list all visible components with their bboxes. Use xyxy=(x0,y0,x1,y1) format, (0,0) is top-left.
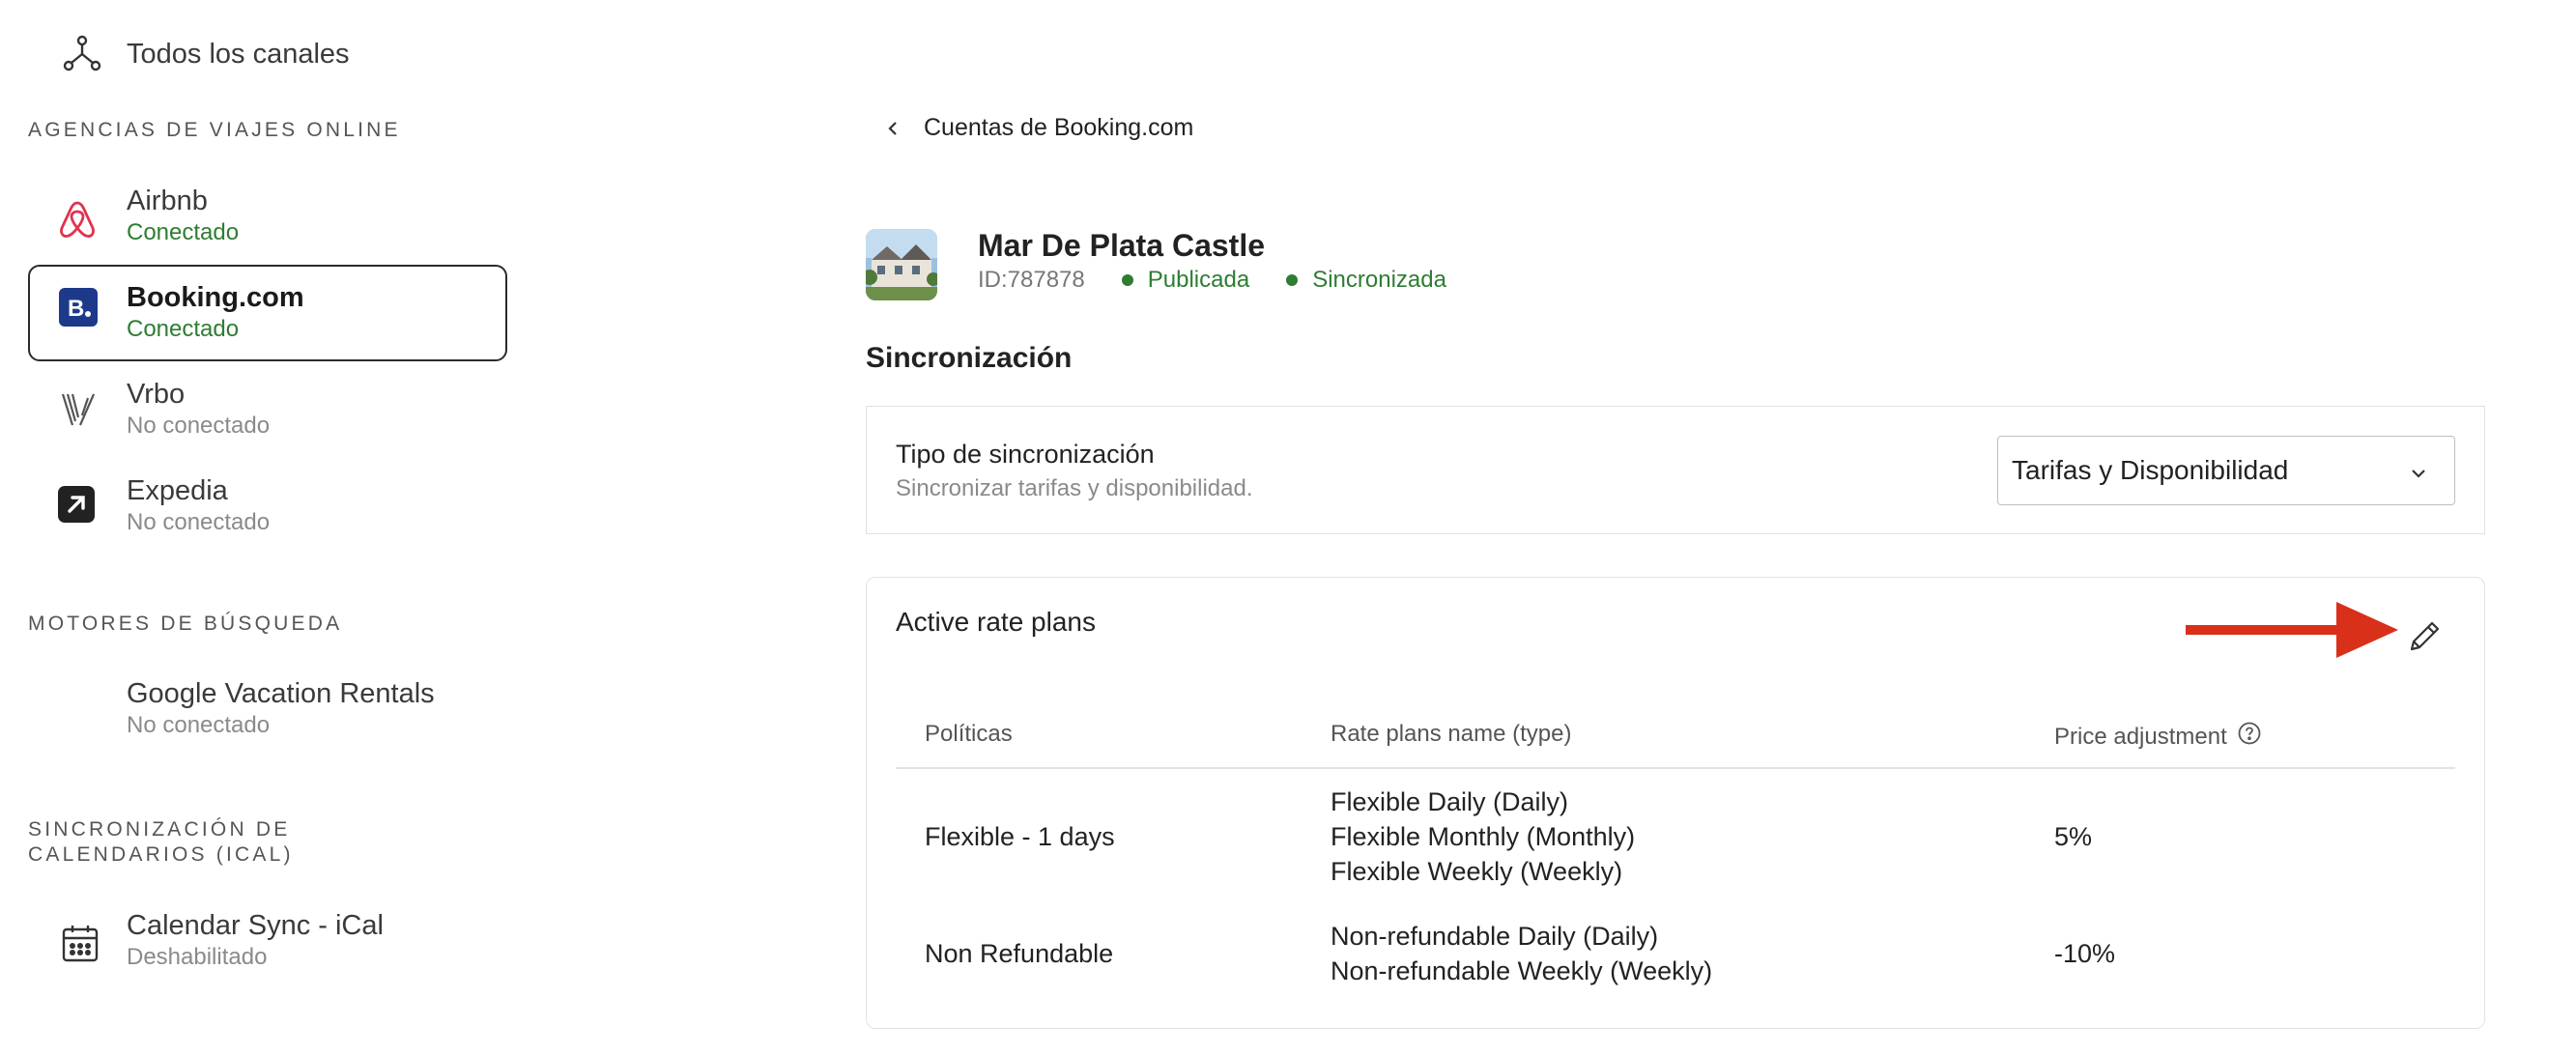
sync-section-title: Sincronización xyxy=(866,342,1073,374)
status-badge-published: Publicada xyxy=(1121,267,1250,294)
connection-status: Conectado xyxy=(127,219,240,245)
chevron-left-icon xyxy=(881,117,904,140)
property-name: Mar De Plata Castle xyxy=(978,228,1266,263)
sync-type-label: Tipo de sincronización xyxy=(896,440,1155,469)
sidebar-item-booking[interactable]: B Booking.com Conectado xyxy=(28,265,507,361)
all-channels-label: Todos los canales xyxy=(127,39,350,70)
connection-status: No conectado xyxy=(127,509,271,535)
column-header-label: Rate plans name (type) xyxy=(1331,721,1572,747)
expedia-icon xyxy=(57,485,96,524)
vrbo-icon xyxy=(53,385,103,435)
table-header-divider xyxy=(896,767,2455,769)
sidebar-item-label: Expedia xyxy=(127,475,228,506)
annotation-arrow-icon xyxy=(2186,602,2398,658)
sync-type-selected-value: Tarifas y Disponibilidad xyxy=(2012,455,2289,485)
connection-status: No conectado xyxy=(127,712,271,738)
sidebar-item-label: Calendar Sync - iCal xyxy=(127,910,384,941)
rate-plans-title: Active rate plans xyxy=(896,607,1096,637)
airbnb-icon xyxy=(52,193,102,243)
rate-plan-name: Flexible Weekly (Weekly) xyxy=(1331,857,1623,886)
sidebar-item-vrbo[interactable]: Vrbo No conectado xyxy=(28,373,507,446)
status-label: Publicada xyxy=(1147,267,1250,293)
back-link[interactable]: Cuentas de Booking.com xyxy=(881,114,1193,142)
sync-type-select[interactable]: Tarifas y Disponibilidad xyxy=(1997,436,2455,505)
booking-icon: B xyxy=(59,288,98,327)
rate-plan-name: Flexible Daily (Daily) xyxy=(1331,787,1569,816)
price-adjustment-cell: 5% xyxy=(2054,822,2093,851)
column-header-price-adjustment: Price adjustment xyxy=(2054,721,2262,753)
edit-rate-plans-button[interactable] xyxy=(2401,613,2449,661)
policy-cell: Flexible - 1 days xyxy=(925,822,1115,851)
sync-type-description: Sincronizar tarifas y disponibilidad. xyxy=(896,475,1253,501)
status-badge-synced: Sincronizada xyxy=(1286,267,1446,294)
connection-status: Conectado xyxy=(127,316,240,342)
status-dot xyxy=(1121,274,1133,286)
column-header-policies: Políticas xyxy=(925,721,1013,748)
chevron-down-icon xyxy=(2408,460,2429,481)
column-header-rate-plans: Rate plans name (type) xyxy=(1331,721,1571,748)
sidebar-item-google-vacation-rentals[interactable]: Google Vacation Rentals No conectado xyxy=(28,672,507,746)
all-channels-item[interactable]: Todos los canales xyxy=(28,27,507,81)
pencil-icon xyxy=(2406,616,2445,658)
section-ota-heading: AGENCIAS DE VIAJES ONLINE xyxy=(28,119,401,141)
sidebar-item-airbnb[interactable]: Airbnb Conectado xyxy=(28,180,507,253)
property-id: ID:787878 xyxy=(978,267,1085,293)
sync-type-card: Tipo de sincronización Sincronizar tarif… xyxy=(866,406,2485,534)
connection-status: No conectado xyxy=(127,413,271,439)
status-label: Sincronizada xyxy=(1312,267,1446,293)
sidebar-item-expedia[interactable]: Expedia No conectado xyxy=(28,470,507,543)
channels-icon xyxy=(57,29,107,79)
sidebar-item-label: Google Vacation Rentals xyxy=(127,678,435,709)
connection-status: Deshabilitado xyxy=(127,944,268,970)
calendar-icon xyxy=(55,918,105,968)
price-adjustment-cell: -10% xyxy=(2054,939,2116,968)
rate-plan-name: Non-refundable Daily (Daily) xyxy=(1331,922,1659,951)
column-header-label: Políticas xyxy=(925,721,1013,747)
sidebar-item-label: Vrbo xyxy=(127,379,186,410)
sidebar-item-label: Booking.com xyxy=(127,282,304,313)
rate-plan-name: Non-refundable Weekly (Weekly) xyxy=(1331,956,1713,985)
property-meta: ID:787878 Publicada Sincronizada xyxy=(978,267,1446,294)
property-thumbnail xyxy=(866,229,937,300)
sidebar-item-ical[interactable]: Calendar Sync - iCal Deshabilitado xyxy=(28,904,507,978)
rate-plan-name: Flexible Monthly (Monthly) xyxy=(1331,822,1636,851)
status-dot xyxy=(1286,274,1299,286)
sidebar-item-label: Airbnb xyxy=(127,185,208,216)
policy-cell: Non Refundable xyxy=(925,939,1114,968)
svg-text:B: B xyxy=(68,296,84,322)
section-ical-heading: SINCRONIZACIÓN DE CALENDARIOS (ICAL) xyxy=(28,818,294,866)
back-link-label: Cuentas de Booking.com xyxy=(924,114,1194,141)
help-icon[interactable] xyxy=(2237,721,2262,753)
column-header-label: Price adjustment xyxy=(2054,723,2227,750)
section-search-heading: MOTORES DE BÚSQUEDA xyxy=(28,613,343,635)
channels-sidebar: Todos los canales AGENCIAS DE VIAJES ONL… xyxy=(0,0,522,1055)
